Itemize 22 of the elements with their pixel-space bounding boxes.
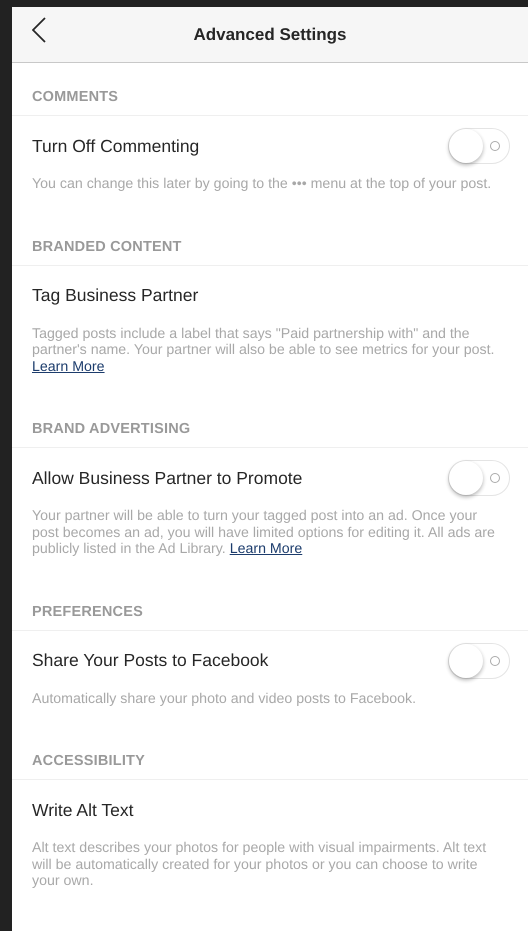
toggle-switch[interactable] — [448, 128, 510, 164]
section-heading: BRANDED CONTENT — [12, 212, 528, 266]
section-heading: BRAND ADVERTISING — [12, 395, 528, 448]
screen-title: Advanced Settings — [193, 24, 347, 44]
setting-label: Share Your Posts to Facebook — [32, 650, 268, 671]
section-heading: COMMENTS — [12, 63, 528, 116]
description: Your partner will be able to turn your tagged post into an ad. Once your post becomes an ad, you will have limited options for editing it. All ads are publicly listed in the Ad Library. Learn More — [31, 508, 496, 559]
setting-label[interactable]: Tag Business Partner — [32, 285, 198, 306]
description: Alt text describes your photos for people with visual impairments. Alt text will be automatically created for your photos or you can choose to write your own. — [31, 840, 488, 891]
learn-more-link[interactable]: Learn More — [230, 541, 302, 557]
section-heading: PREFERENCES — [12, 578, 528, 630]
toggle-switch[interactable] — [448, 642, 510, 678]
setting-label[interactable]: Write Alt Text — [32, 800, 134, 820]
setting-label: Allow Business Partner to Promote — [32, 468, 302, 488]
description: Automatically share your photo and video posts to Facebook. — [31, 690, 418, 708]
learn-more-link[interactable]: Learn More — [32, 358, 105, 374]
setting-label: Turn Off Commenting — [32, 136, 200, 156]
toggle-switch[interactable] — [448, 460, 510, 496]
description: You can change this later by going to the ••• menu at the top of your post. — [31, 176, 492, 194]
back-icon[interactable] — [32, 17, 46, 43]
description: Tagged posts include a label that says "Paid partnership with" and the partner's name. Your partner will also be able to see metrics for your post. Learn More — [31, 326, 496, 376]
section-heading: ACCESSIBILITY — [12, 727, 528, 780]
